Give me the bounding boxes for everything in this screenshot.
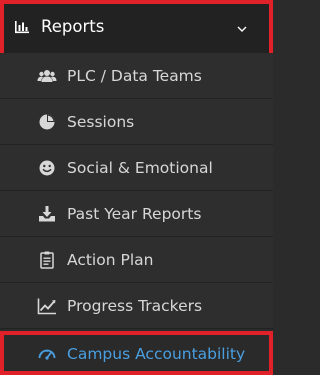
menu-item-progress-trackers[interactable]: Progress Trackers	[0, 283, 273, 329]
reports-header[interactable]: Reports	[0, 0, 273, 57]
menu-item-action-plan[interactable]: Action Plan	[0, 237, 273, 283]
line-chart-icon	[37, 298, 56, 315]
gauge-icon	[38, 349, 56, 360]
menu-item-social-emotional[interactable]: Social & Emotional	[0, 145, 273, 191]
menu-item-campus-accountability[interactable]: Campus Accountability	[0, 331, 273, 375]
menu-item-plc-data-teams[interactable]: PLC / Data Teams	[0, 53, 273, 99]
reports-menu: Reports PLC / Data Teams Sessions Social…	[0, 0, 273, 375]
menu-item-label: Sessions	[67, 113, 135, 131]
reports-title: Reports	[41, 17, 105, 36]
menu-item-label: Social & Emotional	[67, 159, 213, 177]
menu-item-sessions[interactable]: Sessions	[0, 99, 273, 145]
download-tray-icon	[39, 206, 55, 222]
menu-item-label: Campus Accountability	[67, 345, 246, 363]
pie-chart-icon	[39, 114, 55, 130]
menu-item-label: Progress Trackers	[67, 297, 203, 315]
users-icon	[37, 70, 57, 82]
menu-item-label: Past Year Reports	[67, 205, 202, 223]
bar-chart-icon	[15, 21, 29, 34]
chevron-down-icon[interactable]	[237, 25, 247, 33]
menu-item-past-year-reports[interactable]: Past Year Reports	[0, 191, 273, 237]
menu-item-label: Action Plan	[67, 251, 154, 269]
smile-icon	[39, 160, 55, 176]
clipboard-icon	[40, 251, 54, 269]
menu-item-label: PLC / Data Teams	[67, 67, 202, 85]
